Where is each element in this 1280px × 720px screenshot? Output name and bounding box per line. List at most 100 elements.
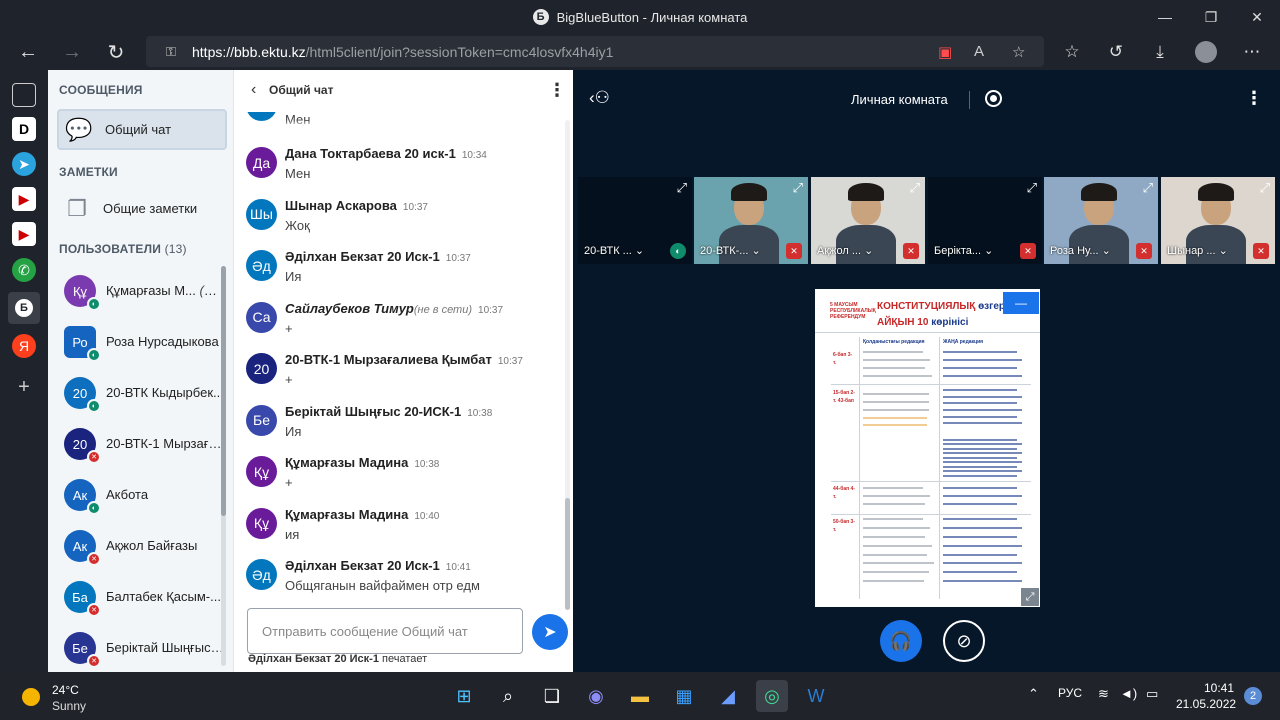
room-header: ‹⚇ Личная комната ⋮ xyxy=(573,70,1280,130)
public-chat-label: Общий чат xyxy=(105,122,172,137)
fullscreen-presentation-button[interactable]: ⤢ xyxy=(1021,588,1039,606)
avatar: Да xyxy=(246,147,277,178)
user-list-item[interactable]: Құ ◐ Құмарғазы М... (Вы) xyxy=(48,266,228,317)
user-list-item[interactable]: Ро ◐ Роза Нурсадыкова xyxy=(48,317,228,368)
avatar: Бе xyxy=(246,404,277,436)
user-list-item[interactable]: 20 ✕ 20-ВТК-1 Мырзаға... xyxy=(48,419,228,470)
wifi-icon[interactable]: ≋ xyxy=(1098,686,1109,702)
video-tile[interactable]: ⤢ Шынар ... ⌄ ✕ xyxy=(1161,177,1275,264)
user-list-scrollbar[interactable] xyxy=(221,266,226,666)
options-menu-icon[interactable]: ⋮ xyxy=(1245,88,1263,109)
minimize-presentation-button[interactable]: — xyxy=(1003,292,1039,314)
battery-icon[interactable]: ▭ xyxy=(1146,686,1158,702)
avatar: Шы xyxy=(246,198,277,230)
task-view-icon[interactable]: ❏ xyxy=(536,680,568,712)
edge-icon[interactable]: ◎ xyxy=(756,680,788,712)
forward-button[interactable]: → xyxy=(56,36,88,68)
avatar: Әд xyxy=(246,559,277,590)
sidebar-app-icon[interactable]: ▶ xyxy=(12,187,36,211)
message-text: Общяганын вайфаймен отр едм xyxy=(285,578,480,593)
chat-scrollbar[interactable] xyxy=(565,120,570,610)
audio-headphones-button[interactable]: 🎧 xyxy=(880,620,922,662)
camera-button[interactable]: ⊘ xyxy=(943,620,985,662)
avatar: Құ xyxy=(246,456,277,487)
sidebar-app-d-icon[interactable]: D xyxy=(12,117,36,141)
expand-icon[interactable]: ⤢ xyxy=(1143,180,1153,196)
user-list-item[interactable]: Ба ✕ Балтабек Қасым-... xyxy=(48,572,228,623)
video-tile[interactable]: ⤢ 20-ВТК-... ⌄ ✕ xyxy=(694,177,808,264)
read-aloud-icon[interactable]: A xyxy=(974,43,984,60)
message-text: + xyxy=(285,372,293,387)
message-sender: Сайлаубеков Тимур(не в сети) 10:37 xyxy=(285,300,504,316)
maximize-button[interactable]: ❐ xyxy=(1188,0,1234,34)
volume-icon[interactable]: ◄) xyxy=(1120,686,1137,701)
user-list-item[interactable]: Ак ✕ Ақжол Байғазы xyxy=(48,521,228,572)
send-button[interactable]: ➤ xyxy=(532,614,568,650)
user-name: Берiктай Шыңғыс ... xyxy=(106,640,224,655)
message-time: 10:40 xyxy=(414,510,440,522)
expand-icon[interactable]: ⤢ xyxy=(1260,180,1270,196)
downloads-icon[interactable]: ⤓ xyxy=(1144,36,1176,68)
chevron-left-icon[interactable]: ‹ xyxy=(251,81,256,99)
address-bar[interactable]: ⚿ https://bbb.ektu.kz/html5client/join?s… xyxy=(146,36,1044,67)
history-icon[interactable]: ↺ xyxy=(1100,36,1132,68)
chat-bubbles-icon: 💬 xyxy=(65,116,93,142)
add-sidebar-icon[interactable]: + xyxy=(12,375,36,399)
telegram-icon[interactable]: ➤ xyxy=(12,152,36,176)
minimize-button[interactable]: — xyxy=(1142,0,1188,34)
yandex-icon[interactable]: Я xyxy=(12,334,36,358)
reload-button[interactable]: ↻ xyxy=(100,36,132,68)
add-favorite-icon[interactable]: ☆ xyxy=(1012,43,1025,61)
teams-chat-icon[interactable]: ◉ xyxy=(580,680,612,712)
notification-badge[interactable]: 2 xyxy=(1244,687,1262,705)
user-list-item[interactable]: Бе ✕ Берiктай Шыңғыс ... xyxy=(48,623,228,674)
expand-icon[interactable]: ⤢ xyxy=(677,180,687,196)
settings-menu-icon[interactable]: ⋯ xyxy=(1236,36,1268,68)
shared-notes-item[interactable]: ❐ Общие заметки xyxy=(57,188,227,229)
app-icon[interactable]: ◢ xyxy=(712,680,744,712)
language-indicator[interactable]: РУС xyxy=(1058,686,1082,700)
public-chat-item[interactable]: 💬 Общий чат xyxy=(57,109,227,150)
message-sender: Берiктай Шыңғыс 20-ИСК-1 10:38 xyxy=(285,403,493,419)
close-button[interactable]: ✕ xyxy=(1234,0,1280,34)
window-titlebar: Б BigBlueButton - Личная комната — ❐ ✕ xyxy=(0,0,1280,34)
headphones-icon: ◐ xyxy=(87,501,101,515)
user-list-item[interactable]: Ак ◐ Акбота xyxy=(48,470,228,521)
word-icon[interactable]: W xyxy=(800,680,832,712)
user-list-item[interactable]: 20 ◐ 20-ВТК Кыдырбек... xyxy=(48,368,228,419)
video-tile[interactable]: ⤢ Берiкта... ⌄ ✕ xyxy=(928,177,1042,264)
file-explorer-icon[interactable]: ▬ xyxy=(624,680,656,712)
message-time: 10:38 xyxy=(467,407,493,419)
video-tile[interactable]: ⤢ 20-ВТК ... ⌄ ◐ xyxy=(578,177,692,264)
video-tile[interactable]: ⤢ Роза Ну... ⌄ ✕ xyxy=(1044,177,1158,264)
expand-icon[interactable]: ⤢ xyxy=(1027,180,1037,196)
slide-row-label: 50-бап 3-т. xyxy=(833,519,855,533)
sidebar-app-icon-2[interactable]: ▶ xyxy=(12,222,36,246)
video-user-name: 20-ВТК-... ⌄ xyxy=(700,245,761,257)
expand-icon[interactable]: ⤢ xyxy=(793,180,803,196)
bigbluebutton-tab-icon[interactable]: Б xyxy=(8,292,40,324)
send-icon: ➤ xyxy=(543,624,557,641)
chat-message-input[interactable]: Отправить сообщение Общий чат xyxy=(247,608,523,654)
video-tile[interactable]: ⤢ Ақжол ... ⌄ ✕ xyxy=(811,177,925,264)
avatar: Са xyxy=(246,301,277,333)
browser-toolbar: ← → ↻ ⚿ https://bbb.ektu.kz/html5client/… xyxy=(0,34,1280,70)
search-icon[interactable]: ⌕ xyxy=(492,680,524,712)
camera-blocked-icon[interactable]: ▣ xyxy=(938,43,952,61)
chat-options-icon[interactable]: ⋮ xyxy=(548,80,566,101)
expand-icon[interactable]: ⤢ xyxy=(910,180,920,196)
tab-actions-icon[interactable] xyxy=(12,83,36,107)
profile-avatar[interactable] xyxy=(1190,36,1222,68)
record-icon[interactable] xyxy=(985,90,1002,107)
chevron-up-icon[interactable]: ⌃ xyxy=(1028,686,1039,702)
favorites-icon[interactable]: ☆ xyxy=(1056,36,1088,68)
whatsapp-icon[interactable]: ✆ xyxy=(12,258,36,282)
message-sender: Шынар Аскарова 10:37 xyxy=(285,197,428,213)
clock[interactable]: 10:41 21.05.2022 xyxy=(1176,680,1236,712)
muted-mic-icon: ✕ xyxy=(1253,243,1269,259)
start-button[interactable]: ⊞ xyxy=(448,680,480,712)
toggle-userlist-icon[interactable]: ‹⚇ xyxy=(589,88,610,108)
store-icon[interactable]: ▦ xyxy=(668,680,700,712)
chat-title[interactable]: Общий чат xyxy=(269,83,333,97)
back-button[interactable]: ← xyxy=(12,36,44,68)
